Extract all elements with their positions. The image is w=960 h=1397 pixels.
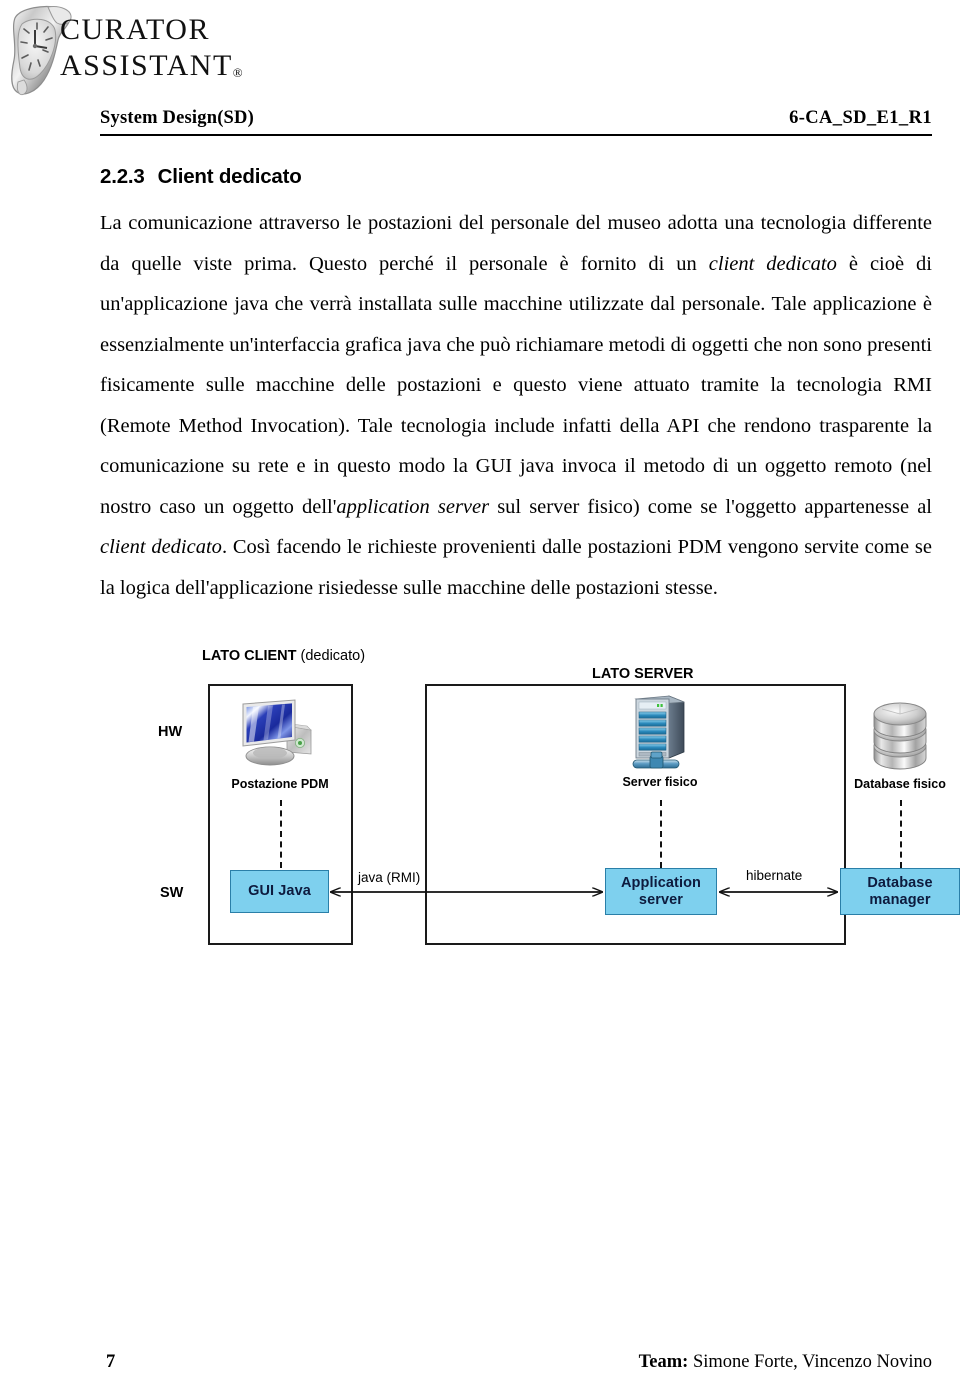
header-title-row: System Design(SD) 6-CA_SD_E1_R1 (100, 108, 932, 138)
section-title: Client dedicato (157, 165, 302, 188)
team-label: Team: (638, 1352, 689, 1372)
emphasis-run: client dedicato (708, 252, 837, 275)
sw-box-application-server[interactable]: Application server (605, 868, 717, 915)
document-content: 2.2.3 Client dedicato La comunicazione at… (100, 165, 932, 608)
link-label-java-rmi: java (RMI) (358, 870, 421, 885)
architecture-diagram: LATO CLIENT (dedicato) LATO SERVER HW SW (150, 648, 960, 958)
page-title: 2.2.3 Client dedicato (100, 165, 932, 189)
sw-box-gui-java[interactable]: GUI Java (230, 870, 329, 913)
sw-box-label: Application server (620, 874, 702, 908)
text-run: sul server fisico) come se l'oggetto app… (489, 495, 932, 518)
text-run: . Così facendo le richieste provenienti … (100, 536, 933, 599)
sw-box-label: Database manager (867, 874, 933, 908)
page-footer: 7 Team: Simone Forte, Vincenzo Novino (100, 1352, 932, 1382)
emphasis-run: application server (336, 495, 490, 518)
brand-wordmark: CURATOR ASSISTANT® (60, 12, 243, 91)
brand-line-2: ASSISTANT (60, 49, 233, 82)
section-paragraph: La comunicazione attraverso le postazion… (100, 203, 932, 608)
sw-box-database-manager[interactable]: Database manager (840, 868, 960, 915)
page-number: 7 (106, 1352, 116, 1372)
document-code: 6-CA_SD_E1_R1 (789, 108, 932, 128)
team-members: Simone Forte, Vincenzo Novino (688, 1352, 932, 1372)
connector-db-to-dbmanager (900, 800, 902, 868)
header-divider (100, 134, 932, 136)
document-kind: System Design(SD) (100, 108, 254, 128)
brand-line-1: CURATOR (60, 13, 210, 46)
link-label-hibernate: hibernate (746, 868, 803, 883)
page-header: CURATOR ASSISTANT® System Design(SD) 6-C… (0, 0, 960, 145)
sw-box-label: GUI Java (248, 883, 311, 899)
registered-mark-icon: ® (232, 65, 243, 80)
team-credit: Team: Simone Forte, Vincenzo Novino (639, 1352, 932, 1373)
text-run: è cioè di un'applicazione java che verrà… (100, 252, 933, 518)
section-number: 2.2.3 (100, 165, 145, 188)
emphasis-run: client dedicato (100, 536, 222, 558)
